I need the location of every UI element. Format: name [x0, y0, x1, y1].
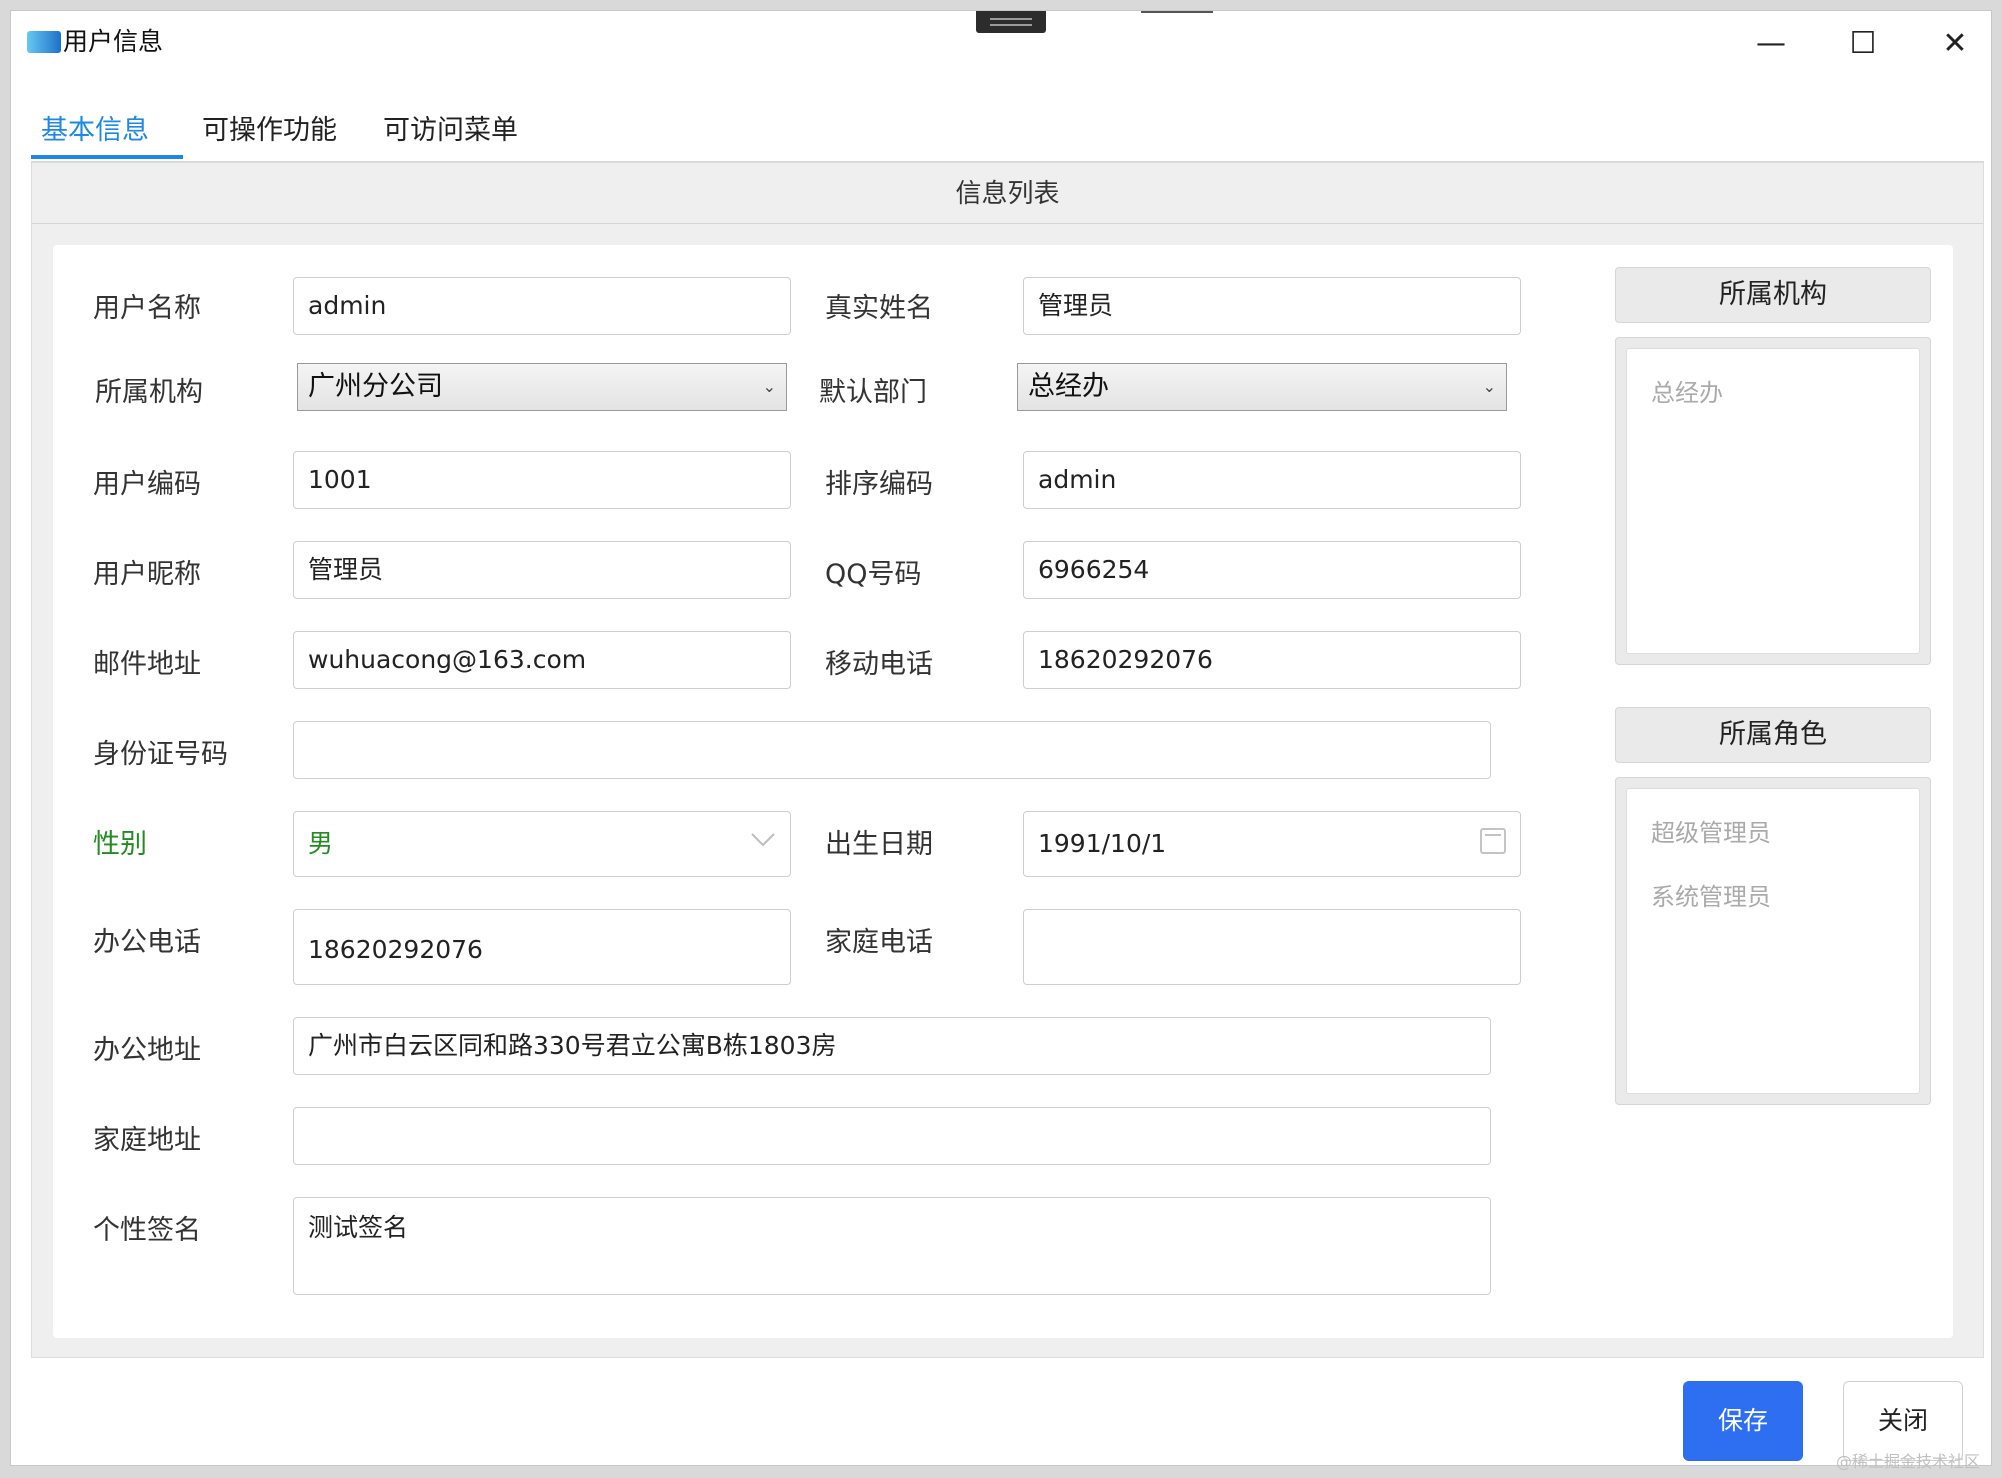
id-card-label: 身份证号码	[93, 739, 228, 770]
qq-label: QQ号码	[825, 559, 922, 590]
active-tab-indicator	[31, 155, 183, 159]
office-address-input[interactable]: 广州市白云区同和路330号君立公寓B栋1803房	[293, 1017, 1491, 1075]
calendar-icon[interactable]	[1480, 828, 1506, 854]
user-info-window: 用户信息 — ☐ ✕ 基本信息 可操作功能 可访问菜单 信息列表 用户名称 ad…	[10, 10, 1992, 1466]
tab-basic-info[interactable]: 基本信息	[41, 103, 149, 159]
app-icon	[27, 31, 61, 53]
mobile-input[interactable]: 18620292076	[1023, 631, 1521, 689]
nickname-label: 用户昵称	[93, 559, 201, 590]
role-list[interactable]: 超级管理员 系统管理员	[1626, 788, 1920, 1094]
dept-label: 默认部门	[819, 377, 927, 408]
user-code-label: 用户编码	[93, 469, 201, 500]
email-input[interactable]: wuhuacong@163.com	[293, 631, 791, 689]
signature-textarea[interactable]: 测试签名	[293, 1197, 1491, 1295]
form-card: 用户名称 admin 真实姓名 管理员 所属机构 广州分公司 ⌄ 默认部门 总经…	[53, 245, 1953, 1338]
id-card-input[interactable]	[293, 721, 1491, 779]
chevron-down-icon	[751, 833, 775, 847]
birthday-label: 出生日期	[825, 829, 933, 860]
gender-label: 性别	[93, 829, 147, 860]
window-title: 用户信息	[63, 27, 164, 56]
minimize-button[interactable]: —	[1731, 19, 1811, 69]
dept-select-value: 总经办	[1028, 371, 1109, 402]
home-address-input[interactable]	[293, 1107, 1491, 1165]
dept-select[interactable]: 总经办 ⌄	[1017, 363, 1507, 411]
signature-label: 个性签名	[93, 1215, 201, 1246]
org-label: 所属机构	[95, 377, 203, 408]
chevron-down-icon: ⌄	[1482, 377, 1496, 396]
gender-select[interactable]: 男	[293, 811, 791, 877]
gender-select-value: 男	[308, 829, 334, 858]
username-label: 用户名称	[93, 293, 201, 324]
role-list-item[interactable]: 超级管理员	[1651, 813, 1771, 848]
role-section-header: 所属角色	[1615, 707, 1931, 763]
real-name-input[interactable]: 管理员	[1023, 277, 1521, 335]
drag-handle[interactable]	[976, 11, 1046, 33]
chevron-down-icon: ⌄	[762, 377, 776, 396]
real-name-label: 真实姓名	[825, 293, 933, 324]
org-select-value: 广州分公司	[308, 371, 443, 402]
org-list-item[interactable]: 总经办	[1651, 373, 1723, 408]
sort-code-label: 排序编码	[825, 469, 933, 500]
office-phone-label: 办公电话	[93, 927, 201, 958]
nickname-input[interactable]: 管理员	[293, 541, 791, 599]
username-input[interactable]: admin	[293, 277, 791, 335]
home-address-label: 家庭地址	[93, 1125, 201, 1156]
drag-indicator	[1141, 11, 1213, 13]
org-list[interactable]: 总经办	[1626, 348, 1920, 654]
org-select[interactable]: 广州分公司 ⌄	[297, 363, 787, 411]
role-list-item[interactable]: 系统管理员	[1651, 877, 1771, 912]
watermark: @稀土掘金技术社区	[1836, 1452, 1981, 1471]
sort-code-input[interactable]: admin	[1023, 451, 1521, 509]
tab-operable-functions[interactable]: 可操作功能	[202, 103, 337, 159]
birthday-value: 1991/10/1	[1038, 829, 1167, 858]
qq-input[interactable]: 6966254	[1023, 541, 1521, 599]
panel-header: 信息列表	[32, 163, 1983, 224]
user-code-input[interactable]: 1001	[293, 451, 791, 509]
save-button[interactable]: 保存	[1683, 1381, 1803, 1461]
birthday-picker[interactable]: 1991/10/1	[1023, 811, 1521, 877]
role-list-box: 超级管理员 系统管理员	[1615, 777, 1931, 1105]
info-panel: 信息列表 用户名称 admin 真实姓名 管理员 所属机构 广州分公司 ⌄ 默认…	[31, 162, 1984, 1358]
tab-accessible-menus[interactable]: 可访问菜单	[383, 103, 518, 159]
office-phone-input[interactable]: 18620292076	[293, 909, 791, 985]
office-address-label: 办公地址	[93, 1035, 201, 1066]
home-phone-label: 家庭电话	[825, 927, 933, 958]
mobile-label: 移动电话	[825, 649, 933, 680]
home-phone-input[interactable]	[1023, 909, 1521, 985]
maximize-button[interactable]: ☐	[1823, 19, 1903, 69]
org-list-box: 总经办	[1615, 337, 1931, 665]
close-window-button[interactable]: ✕	[1915, 19, 1995, 69]
email-label: 邮件地址	[93, 649, 201, 680]
org-section-header: 所属机构	[1615, 267, 1931, 323]
